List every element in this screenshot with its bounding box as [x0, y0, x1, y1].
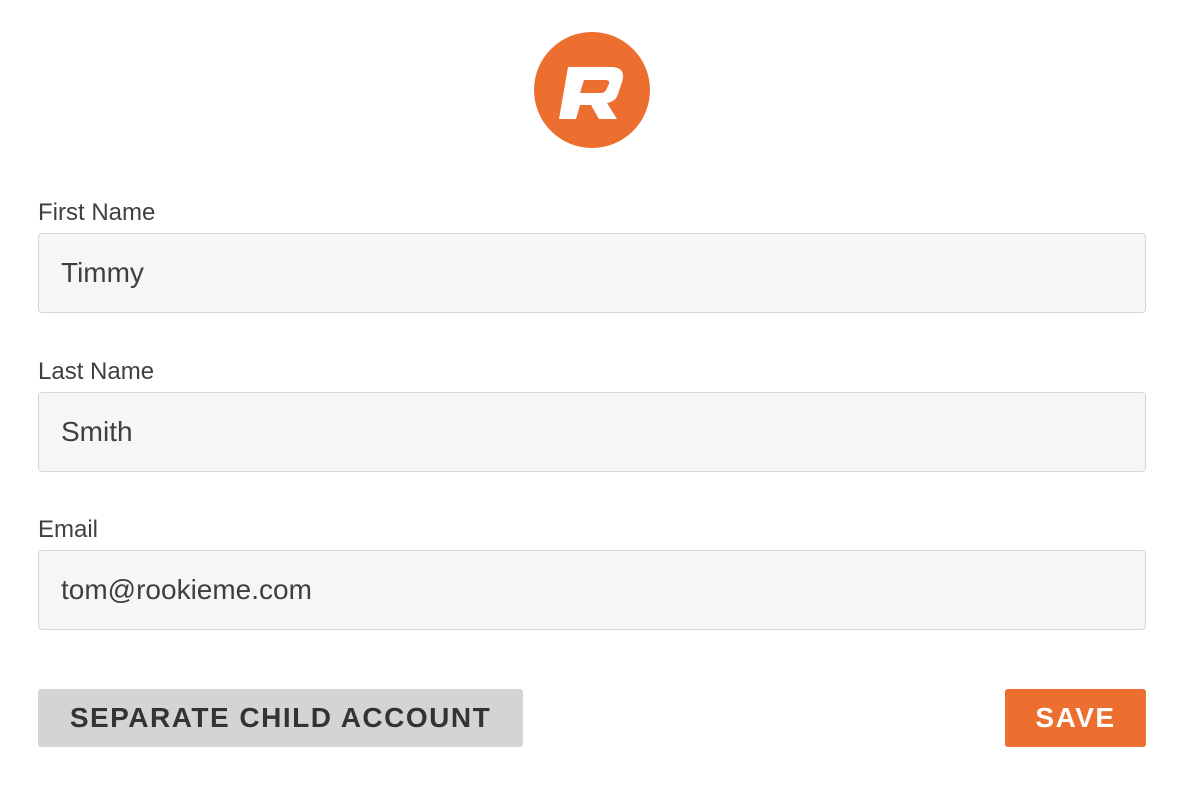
first-name-input[interactable] [38, 233, 1146, 313]
last-name-label: Last Name [38, 358, 155, 385]
last-name-input[interactable] [38, 392, 1146, 472]
separate-child-account-button[interactable]: SEPARATE CHILD ACCOUNT [38, 689, 523, 747]
first-name-label: First Name [38, 199, 156, 226]
email-input[interactable] [38, 550, 1146, 630]
save-button[interactable]: SAVE [1005, 689, 1146, 747]
child-account-form: First Name Last Name Email SEPARATE CHIL… [38, 0, 1146, 788]
email-label: Email [38, 516, 99, 543]
